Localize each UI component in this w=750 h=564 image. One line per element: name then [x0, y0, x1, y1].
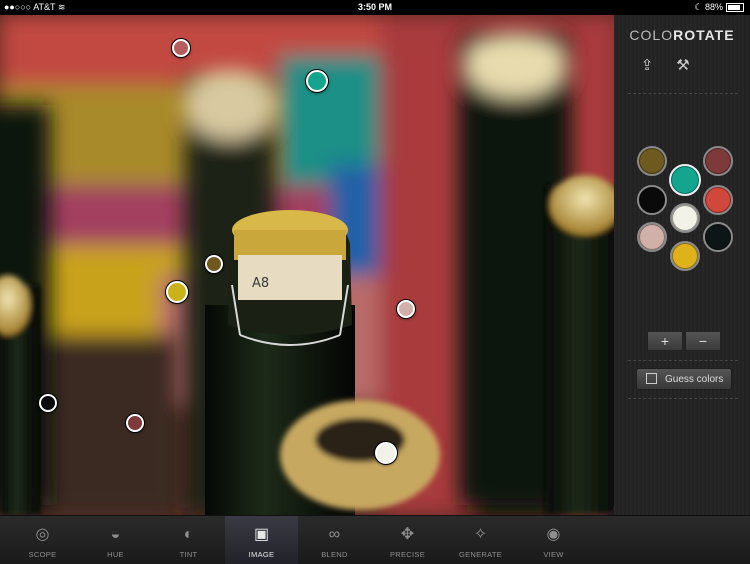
tab-scope[interactable]: ◎ SCOPE [6, 516, 79, 564]
color-pin[interactable] [166, 281, 188, 303]
tab-blend[interactable]: ∞ BLEND [298, 516, 371, 564]
tab-label: TINT [179, 550, 198, 559]
battery-icon [726, 3, 744, 13]
tab-label: PRECISE [389, 550, 426, 559]
guess-colors-label: Guess colors [665, 374, 724, 385]
photo-canvas[interactable]: A8 [0, 15, 614, 515]
color-pin[interactable] [205, 255, 223, 273]
hue-icon: ◒ [110, 526, 121, 543]
palette-swatch[interactable] [637, 185, 667, 215]
image-icon: ▣ [253, 526, 270, 543]
wrench-icon[interactable]: ⚒ [672, 55, 694, 77]
moon-icon: ☾ [694, 2, 703, 12]
color-pin[interactable] [397, 300, 415, 318]
divider [628, 360, 738, 361]
tint-icon: ◐ [183, 526, 194, 543]
edit-icon [646, 373, 657, 384]
color-pin[interactable] [375, 442, 397, 464]
palette-swatch[interactable] [703, 146, 733, 176]
generate-icon: ✧ [473, 526, 488, 543]
tab-label: IMAGE [248, 550, 275, 559]
sidebar: COLOROTATE ⇪ ⚒ + − Guess colors [614, 15, 750, 515]
battery: ☾ 88% [694, 2, 744, 13]
remove-color-button[interactable]: − [685, 331, 721, 351]
tab-hue[interactable]: ◒ HUE [79, 516, 152, 564]
color-pin[interactable] [39, 394, 57, 412]
tab-tint[interactable]: ◐ TINT [152, 516, 225, 564]
scope-icon: ◎ [35, 526, 50, 543]
palette-swatch-selected[interactable] [669, 164, 701, 196]
color-pin[interactable] [172, 39, 190, 57]
palette-swatch[interactable] [637, 146, 667, 176]
view-icon: ◉ [546, 526, 561, 543]
palette-swatch[interactable] [637, 222, 667, 252]
color-pin[interactable] [126, 414, 144, 432]
palette-swatch[interactable] [703, 185, 733, 215]
status-bar: ●●○○○ AT&T ≋ 3:50 PM ☾ 88% [0, 0, 750, 15]
battery-percent: 88% [704, 2, 723, 12]
tab-label: VIEW [543, 550, 564, 559]
tab-view[interactable]: ◉ VIEW [517, 516, 590, 564]
divider [628, 93, 738, 94]
add-color-button[interactable]: + [647, 331, 683, 351]
logo-part-1: COLO [629, 27, 674, 43]
blend-icon: ∞ [328, 526, 341, 543]
clock: 3:50 PM [357, 2, 392, 12]
guess-colors-button[interactable]: Guess colors [636, 368, 732, 390]
app-logo: COLOROTATE [614, 27, 750, 43]
tab-image[interactable]: ▣ IMAGE [225, 516, 298, 564]
tab-label: BLEND [321, 550, 348, 559]
tab-precise[interactable]: ✥ PRECISE [371, 516, 444, 564]
share-icon[interactable]: ⇪ [636, 55, 658, 77]
photo-image: A8 [0, 15, 614, 515]
color-pin[interactable] [306, 70, 328, 92]
logo-part-2: ROTATE [673, 27, 735, 43]
tab-bar: ◎ SCOPE ◒ HUE ◐ TINT ▣ IMAGE ∞ BLEND ✥ PRECISE… [0, 515, 750, 564]
tab-label: HUE [107, 550, 124, 559]
cork-stamp: A8 [252, 276, 269, 291]
palette-swatch[interactable] [670, 203, 700, 233]
tab-label: SCOPE [28, 550, 57, 559]
palette-swatch[interactable] [703, 222, 733, 252]
palette-swatch[interactable] [670, 241, 700, 271]
divider [628, 398, 738, 399]
precise-icon: ✥ [400, 526, 415, 543]
tab-label: GENERATE [458, 550, 503, 559]
tab-generate[interactable]: ✧ GENERATE [444, 516, 517, 564]
